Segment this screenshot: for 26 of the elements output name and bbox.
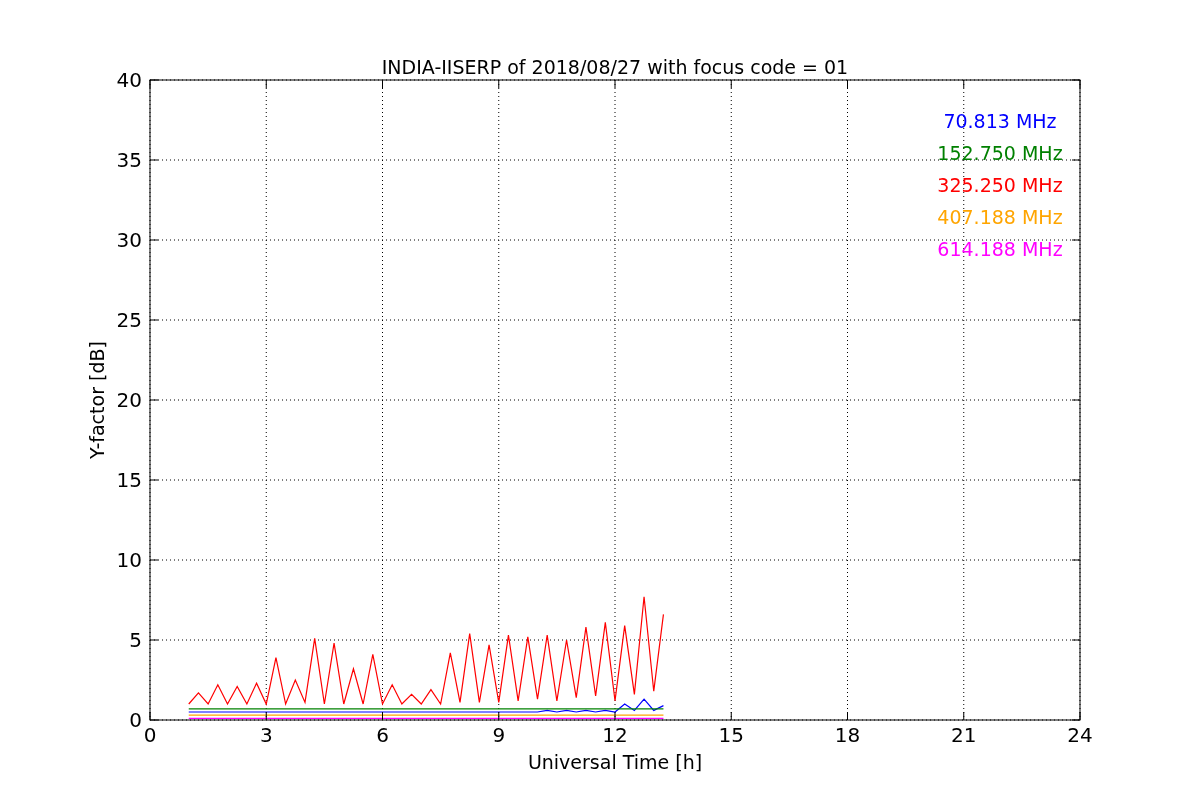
x-axis-label: Universal Time [h] — [527, 751, 703, 773]
y-axis-label: Y-factor [dB] — [86, 341, 108, 459]
legend-label: 407.188 MHz — [937, 206, 1063, 228]
tick-label: 18 — [834, 723, 861, 747]
tick-label: 6 — [376, 723, 389, 747]
legend-label: 152.750 MHz — [937, 142, 1063, 164]
legend-label: 70.813 MHz — [943, 110, 1057, 132]
tick-label: 0 — [129, 708, 142, 732]
tick-label: 0 — [143, 723, 157, 747]
legend-label: 325.250 MHz — [937, 174, 1063, 196]
tick-label: 35 — [116, 148, 142, 172]
tick-label: 12 — [602, 723, 628, 747]
tick-label: 25 — [116, 308, 142, 332]
tick-label: 30 — [116, 228, 142, 252]
tick-label: 20 — [116, 388, 142, 412]
tick-label: 21 — [951, 723, 977, 747]
tick-label: 40 — [116, 68, 142, 92]
legend-label: 614.188 MHz — [937, 238, 1063, 260]
tick-label: 15 — [718, 723, 744, 747]
chart-title: INDIA-IISERP of 2018/08/27 with focus code = 01 — [381, 56, 849, 78]
tick-label: 24 — [1067, 723, 1093, 747]
tick-label: 5 — [129, 628, 142, 652]
tick-label: 10 — [116, 548, 142, 572]
tick-label: 9 — [492, 723, 506, 747]
tick-label: 15 — [116, 468, 142, 492]
tick-label: 3 — [259, 723, 273, 747]
